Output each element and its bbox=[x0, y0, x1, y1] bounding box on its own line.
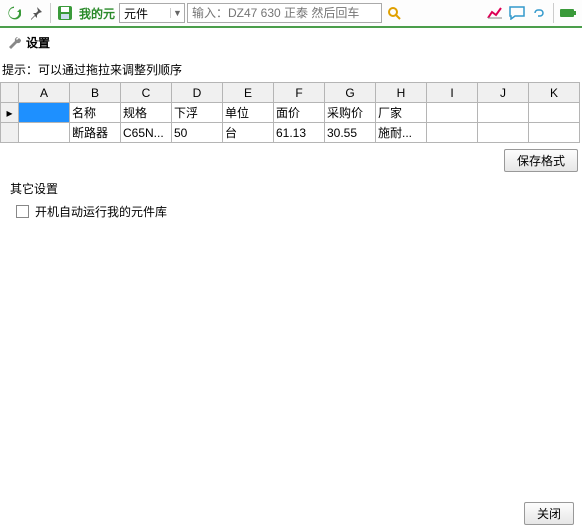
grid-corner bbox=[1, 83, 19, 103]
col-header[interactable]: C bbox=[121, 83, 172, 103]
grid-cell[interactable]: 面价 bbox=[274, 103, 325, 123]
refresh-icon[interactable] bbox=[4, 3, 24, 23]
my-components-label: 我的元 bbox=[77, 5, 117, 22]
col-header[interactable]: B bbox=[70, 83, 121, 103]
grid-cell[interactable]: 单位 bbox=[223, 103, 274, 123]
table-row[interactable]: ▸ 名称 规格 下浮 单位 面价 采购价 厂家 bbox=[1, 103, 580, 123]
grid-cell[interactable]: C65N... bbox=[121, 123, 172, 143]
col-header[interactable]: F bbox=[274, 83, 325, 103]
panel-title: 设置 bbox=[26, 34, 50, 51]
panel-header: 设置 bbox=[0, 28, 582, 57]
combo-value: 元件 bbox=[120, 5, 170, 22]
save-disk-icon[interactable] bbox=[55, 3, 75, 23]
battery-icon[interactable] bbox=[558, 3, 578, 23]
col-header[interactable]: E bbox=[223, 83, 274, 103]
grid-cell[interactable]: 名称 bbox=[70, 103, 121, 123]
main-toolbar: 我的元 元件 ▼ bbox=[0, 0, 582, 28]
autorun-label: 开机自动运行我的元件库 bbox=[35, 203, 167, 220]
toolbar-separator bbox=[50, 3, 51, 23]
grid-cell[interactable]: 采购价 bbox=[325, 103, 376, 123]
search-icon[interactable] bbox=[384, 3, 404, 23]
autorun-checkbox[interactable] bbox=[16, 205, 29, 218]
column-grid: A B C D E F G H I J K ▸ 名称 规格 下浮 单位 面价 采… bbox=[0, 82, 582, 143]
link-icon[interactable] bbox=[529, 3, 549, 23]
grid-cell[interactable]: 施耐... bbox=[376, 123, 427, 143]
grid-cell[interactable]: 台 bbox=[223, 123, 274, 143]
save-format-button[interactable]: 保存格式 bbox=[504, 149, 578, 172]
col-header[interactable]: K bbox=[529, 83, 580, 103]
grid-cell[interactable] bbox=[478, 123, 529, 143]
grid-cell[interactable]: 30.55 bbox=[325, 123, 376, 143]
grid-cell[interactable]: 50 bbox=[172, 123, 223, 143]
table-row[interactable]: 断路器 C65N... 50 台 61.13 30.55 施耐... bbox=[1, 123, 580, 143]
grid-cell[interactable]: 61.13 bbox=[274, 123, 325, 143]
grid-cell[interactable] bbox=[529, 123, 580, 143]
autorun-row: 开机自动运行我的元件库 bbox=[0, 199, 582, 220]
grid-cell[interactable] bbox=[427, 123, 478, 143]
search-input[interactable] bbox=[187, 3, 382, 23]
other-settings-title: 其它设置 bbox=[0, 174, 582, 199]
grid-cell[interactable]: 断路器 bbox=[70, 123, 121, 143]
grid-cell[interactable] bbox=[478, 103, 529, 123]
col-header[interactable]: H bbox=[376, 83, 427, 103]
grid-cell[interactable]: 下浮 bbox=[172, 103, 223, 123]
col-header[interactable]: I bbox=[427, 83, 478, 103]
col-header[interactable]: J bbox=[478, 83, 529, 103]
grid-cell[interactable]: 厂家 bbox=[376, 103, 427, 123]
drag-hint: 提示：可以通过拖拉来调整列顺序 bbox=[0, 57, 582, 82]
toolbar-separator bbox=[553, 3, 554, 23]
wrench-icon bbox=[8, 36, 22, 50]
chart-icon[interactable] bbox=[485, 3, 505, 23]
pin-icon[interactable] bbox=[26, 3, 46, 23]
save-format-row: 保存格式 bbox=[0, 143, 582, 174]
row-marker-icon: ▸ bbox=[1, 103, 19, 123]
chat-icon[interactable] bbox=[507, 3, 527, 23]
grid-cell-selected[interactable] bbox=[19, 103, 70, 123]
col-header[interactable]: D bbox=[172, 83, 223, 103]
grid-table[interactable]: A B C D E F G H I J K ▸ 名称 规格 下浮 单位 面价 采… bbox=[0, 82, 580, 143]
close-button[interactable]: 关闭 bbox=[524, 502, 574, 525]
grid-header-row: A B C D E F G H I J K bbox=[1, 83, 580, 103]
category-combo[interactable]: 元件 ▼ bbox=[119, 3, 185, 23]
grid-cell[interactable] bbox=[529, 103, 580, 123]
footer: 关闭 bbox=[524, 502, 574, 525]
col-header[interactable]: A bbox=[19, 83, 70, 103]
grid-cell[interactable]: 规格 bbox=[121, 103, 172, 123]
grid-cell[interactable] bbox=[427, 103, 478, 123]
col-header[interactable]: G bbox=[325, 83, 376, 103]
chevron-down-icon: ▼ bbox=[170, 8, 184, 18]
grid-cell[interactable] bbox=[19, 123, 70, 143]
row-header bbox=[1, 123, 19, 143]
